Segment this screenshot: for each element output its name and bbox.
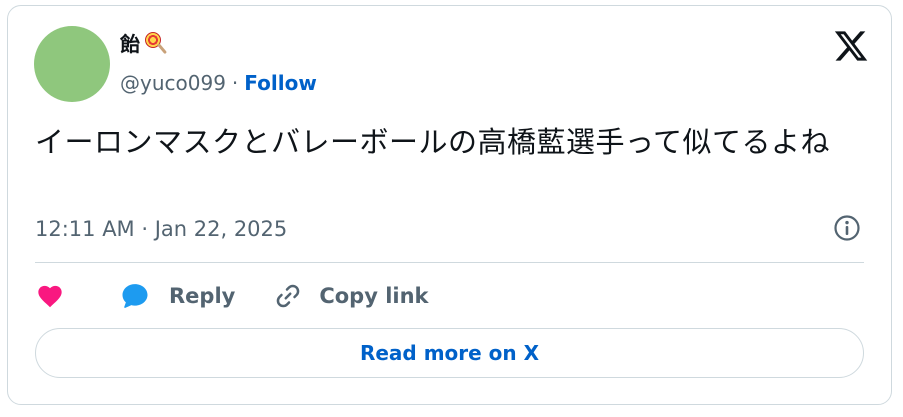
copy-link-label: Copy link bbox=[319, 284, 429, 308]
action-bar: Reply Copy link bbox=[35, 279, 429, 313]
x-logo-icon[interactable] bbox=[833, 28, 869, 64]
handle-row: @yuco099 · Follow bbox=[120, 70, 317, 96]
reply-label: Reply bbox=[169, 284, 236, 308]
tweet-text: イーロンマスクとバレーボールの高橋藍選手って似てるよね bbox=[35, 125, 831, 159]
info-icon[interactable] bbox=[833, 214, 861, 242]
chat-bubble-icon bbox=[122, 284, 148, 308]
link-icon bbox=[277, 284, 300, 308]
read-more-label: Read more on X bbox=[359, 341, 540, 365]
separator: · bbox=[231, 71, 239, 95]
read-more-button[interactable]: Read more on X bbox=[35, 328, 864, 378]
heart-icon bbox=[38, 285, 62, 308]
avatar[interactable] bbox=[34, 26, 110, 102]
tweet-timestamp[interactable]: 12:11 AM · Jan 22, 2025 bbox=[35, 215, 287, 243]
lollipop-emoji-icon bbox=[143, 30, 169, 58]
follow-button[interactable]: Follow bbox=[244, 70, 317, 96]
display-name-row[interactable]: 飴 bbox=[120, 30, 169, 58]
user-handle[interactable]: @yuco099 bbox=[120, 70, 226, 96]
like-button[interactable] bbox=[35, 282, 65, 310]
divider bbox=[35, 262, 864, 263]
display-name[interactable]: 飴 bbox=[120, 30, 140, 58]
reply-button[interactable]: Reply bbox=[119, 281, 235, 311]
tweet-card: 飴 @yuco099 · Follow イーロンマスクとバレーボールの高橋藍選手… bbox=[7, 5, 892, 405]
copy-link-button[interactable]: Copy link bbox=[273, 281, 429, 311]
